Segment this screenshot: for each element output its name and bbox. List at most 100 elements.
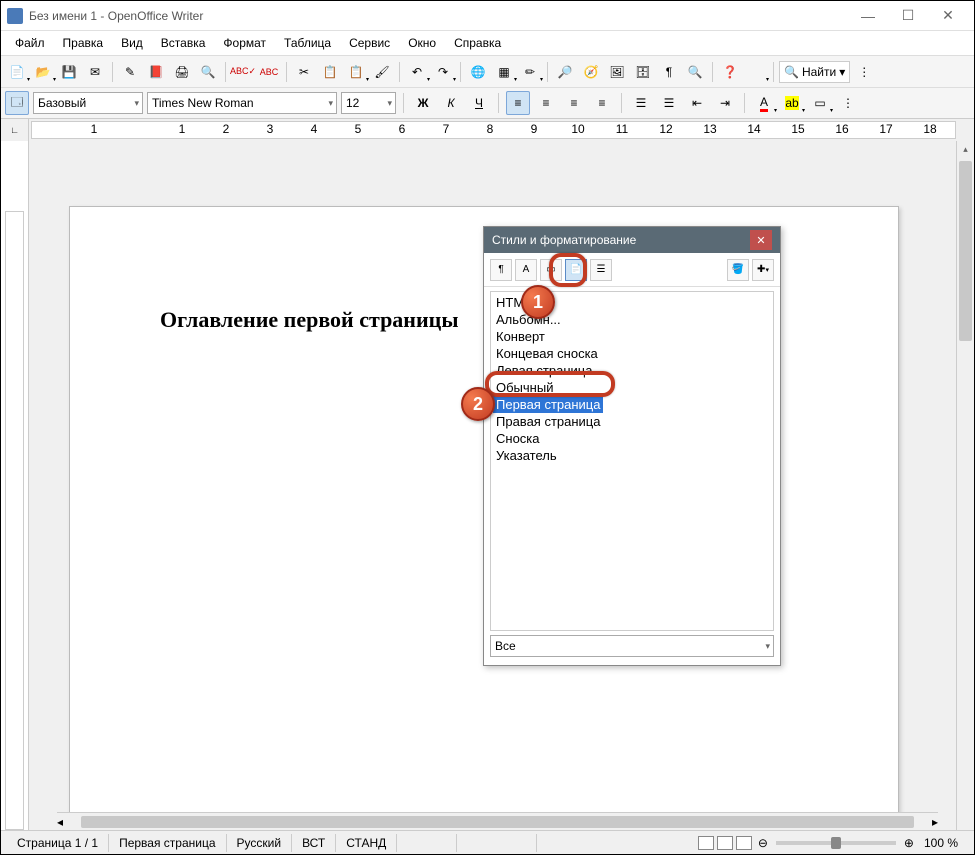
menu-insert[interactable]: Вставка [153, 34, 214, 52]
align-justify-button[interactable]: ≡ [590, 91, 614, 115]
menu-table[interactable]: Таблица [276, 34, 339, 52]
copy-button[interactable]: 📋 [318, 60, 342, 84]
list-styles-button[interactable]: ☰ [590, 259, 612, 281]
style-item-footnote[interactable]: Сноска [493, 430, 771, 447]
styles-panel-toolbar: ¶ A ▭ 📄 ☰ 🪣 ✚▾ [484, 253, 780, 287]
book-view-icon[interactable] [736, 836, 752, 850]
status-language[interactable]: Русский [227, 834, 293, 852]
spellcheck-button[interactable]: ABC✓ [231, 60, 255, 84]
status-insert-mode[interactable]: ВСТ [292, 834, 336, 852]
styles-filter-combo[interactable]: Все [490, 635, 774, 657]
zoom-out-button[interactable]: ⊖ [758, 836, 768, 850]
undo-button[interactable]: ↶▾ [405, 60, 429, 84]
menu-help[interactable]: Справка [446, 34, 509, 52]
new-style-button[interactable]: ✚▾ [752, 259, 774, 281]
status-signature[interactable] [457, 834, 537, 852]
datasource-button[interactable]: 🗄 [631, 60, 655, 84]
formatting-overflow[interactable]: ⋮ [836, 91, 860, 115]
new-doc-button[interactable]: 📄▾ [5, 60, 29, 84]
menu-tools[interactable]: Сервис [341, 34, 398, 52]
style-item-endnote[interactable]: Концевая сноска [493, 345, 771, 362]
style-item-first-page[interactable]: Первая страница [493, 396, 603, 413]
menu-window[interactable]: Окно [400, 34, 444, 52]
open-button[interactable]: 📂▾ [31, 60, 55, 84]
maximize-button[interactable]: ☐ [888, 2, 928, 30]
view-layout-icons[interactable] [692, 836, 758, 850]
callout-badge-2: 2 [461, 387, 495, 421]
format-paint-button[interactable]: 🖌 [370, 60, 394, 84]
align-center-button[interactable]: ≡ [534, 91, 558, 115]
bullet-list-button[interactable]: ☰ [657, 91, 681, 115]
font-color-button[interactable]: A▾ [752, 91, 776, 115]
vertical-ruler[interactable] [1, 141, 29, 830]
paragraph-style-combo[interactable]: Базовый [33, 92, 143, 114]
styles-panel-close-button[interactable]: ✕ [750, 230, 772, 250]
style-item-index[interactable]: Указатель [493, 447, 771, 464]
zoom-slider[interactable] [776, 841, 896, 845]
align-left-button[interactable]: ≡ [506, 91, 530, 115]
styles-list[interactable]: HTML Альбомн... Конверт Концевая сноска … [490, 291, 774, 631]
single-page-icon[interactable] [698, 836, 714, 850]
nonprinting-button[interactable]: ¶ [657, 60, 681, 84]
table-button[interactable]: ▦▾ [492, 60, 516, 84]
multi-page-icon[interactable] [717, 836, 733, 850]
style-item-envelope[interactable]: Конверт [493, 328, 771, 345]
status-page[interactable]: Страница 1 / 1 [7, 834, 109, 852]
cut-button[interactable]: ✂ [292, 60, 316, 84]
horizontal-scrollbar[interactable]: ◂▸ [57, 812, 938, 830]
font-name-combo[interactable]: Times New Roman [147, 92, 337, 114]
edit-button[interactable]: ✎ [118, 60, 142, 84]
pdf-export-button[interactable]: 📕 [144, 60, 168, 84]
menu-format[interactable]: Формат [215, 34, 274, 52]
styles-window-button[interactable]: 🗔 [5, 91, 29, 115]
minimize-button[interactable]: — [848, 2, 888, 30]
print-button[interactable]: 🖨 [170, 60, 194, 84]
print-preview-button[interactable]: 🔍 [196, 60, 220, 84]
close-button[interactable]: ✕ [928, 2, 968, 30]
navigator-button[interactable]: 🧭 [579, 60, 603, 84]
help-button[interactable]: ❓ [718, 60, 742, 84]
status-selection-mode[interactable]: СТАНД [336, 834, 397, 852]
hyperlink-button[interactable]: 🌐 [466, 60, 490, 84]
gallery-button[interactable]: 🖼 [605, 60, 629, 84]
vertical-scrollbar[interactable]: ▴ [956, 141, 974, 830]
save-button[interactable]: 💾 [57, 60, 81, 84]
align-right-button[interactable]: ≡ [562, 91, 586, 115]
toolbar-overflow[interactable]: ⋮ [852, 60, 876, 84]
bold-button[interactable]: Ж [411, 91, 435, 115]
draw-button[interactable]: ✏▾ [518, 60, 542, 84]
titlebar: Без имени 1 - OpenOffice Writer — ☐ ✕ [1, 1, 974, 31]
fill-format-button[interactable]: 🪣 [727, 259, 749, 281]
redo-button[interactable]: ↷▾ [431, 60, 455, 84]
highlight-button[interactable]: ab▾ [780, 91, 804, 115]
horizontal-ruler[interactable]: 1 1 2 3 4 5 6 7 8 9 10 11 12 13 14 15 16… [31, 121, 956, 139]
menu-file[interactable]: Файл [7, 34, 53, 52]
status-page-style[interactable]: Первая страница [109, 834, 226, 852]
styles-panel-title: Стили и форматирование [492, 233, 750, 247]
zoom-button[interactable]: 🔍 [683, 60, 707, 84]
window-title: Без имени 1 - OpenOffice Writer [29, 9, 848, 23]
paste-button[interactable]: 📋▾ [344, 60, 368, 84]
style-item-right-page[interactable]: Правая страница [493, 413, 771, 430]
status-modified[interactable] [397, 834, 457, 852]
menu-view[interactable]: Вид [113, 34, 151, 52]
increase-indent-button[interactable]: ⇥ [713, 91, 737, 115]
find-toolbar[interactable]: 🔍 Найти ▾ [779, 61, 850, 83]
font-size-combo[interactable]: 12 [341, 92, 396, 114]
find-replace-button[interactable]: 🔎 [553, 60, 577, 84]
zoom-in-button[interactable]: ⊕ [904, 836, 914, 850]
styles-panel-titlebar[interactable]: Стили и форматирование ✕ [484, 227, 780, 253]
underline-button[interactable]: Ч [467, 91, 491, 115]
italic-button[interactable]: К [439, 91, 463, 115]
paragraph-styles-button[interactable]: ¶ [490, 259, 512, 281]
numbered-list-button[interactable]: ☰ [629, 91, 653, 115]
whatsthis-button[interactable]: ▾ [744, 60, 768, 84]
menu-edit[interactable]: Правка [55, 34, 112, 52]
character-styles-button[interactable]: A [515, 259, 537, 281]
email-button[interactable]: ✉ [83, 60, 107, 84]
decrease-indent-button[interactable]: ⇤ [685, 91, 709, 115]
zoom-percent[interactable]: 100 % [914, 834, 968, 852]
bg-color-button[interactable]: ▭▾ [808, 91, 832, 115]
styles-filter: Все [490, 635, 774, 657]
auto-spellcheck-button[interactable]: ABC [257, 60, 281, 84]
